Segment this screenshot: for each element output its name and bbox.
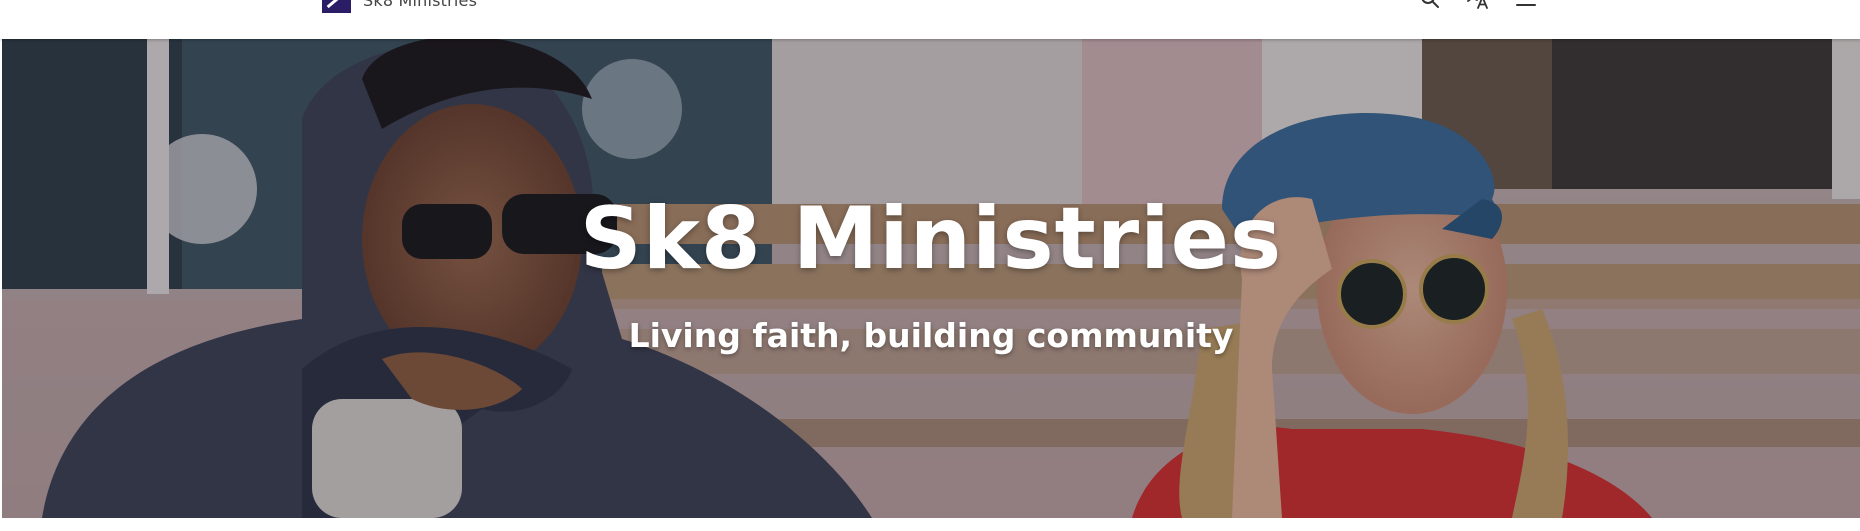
site-header: Sk8 Ministries: [0, 0, 1860, 39]
hero-title: Sk8 Ministries: [579, 189, 1283, 289]
hero-subtitle: Living faith, building community: [628, 316, 1234, 355]
sk8-logo-icon: [322, 0, 351, 13]
brand-name: Sk8 Ministries: [363, 0, 478, 10]
hero-banner: Sk8 Ministries Living faith, building co…: [2, 39, 1860, 518]
page-content-start: [0, 518, 1860, 531]
menu-icon[interactable]: [1512, 0, 1540, 10]
search-icon[interactable]: [1416, 0, 1444, 10]
brand-link[interactable]: Sk8 Ministries: [322, 0, 477, 13]
header-actions: [1416, 0, 1540, 10]
translate-icon[interactable]: [1464, 0, 1492, 10]
